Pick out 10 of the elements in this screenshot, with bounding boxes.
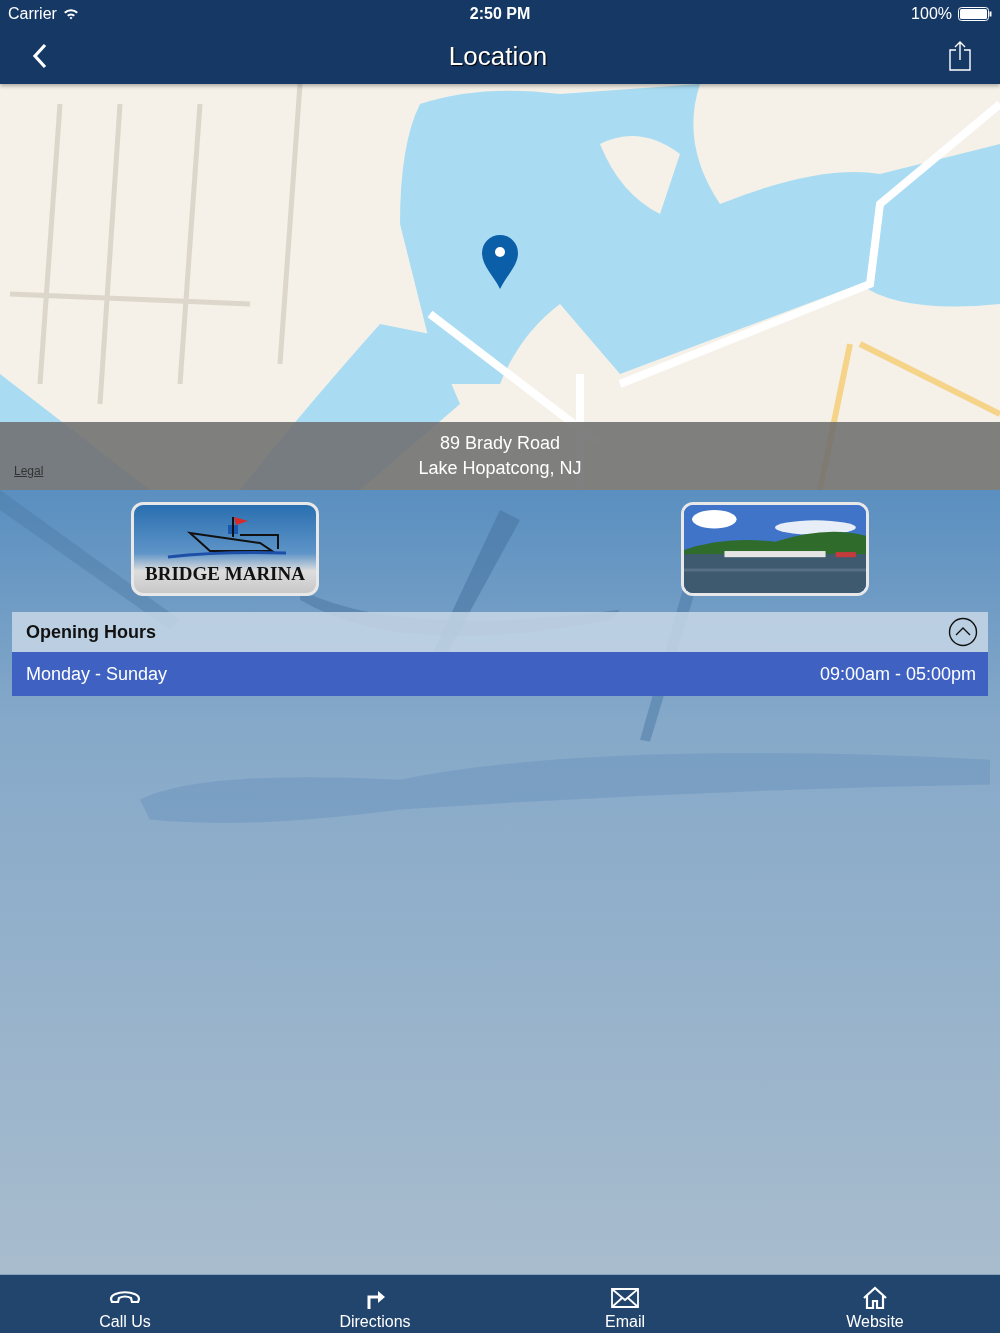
carrier-label: Carrier bbox=[8, 5, 57, 23]
nav-title: Location bbox=[448, 40, 548, 72]
tab-button[interactable]: Website bbox=[750, 1275, 1000, 1333]
tab-button[interactable]: Directions bbox=[250, 1275, 500, 1333]
battery-icon bbox=[958, 7, 992, 21]
status-time: 2:50 PM bbox=[469, 5, 531, 23]
tab-button[interactable]: Email bbox=[500, 1275, 750, 1333]
tab-button[interactable]: Call Us bbox=[0, 1275, 250, 1333]
wifi-icon bbox=[62, 8, 79, 20]
battery-label: 100% bbox=[911, 5, 952, 23]
